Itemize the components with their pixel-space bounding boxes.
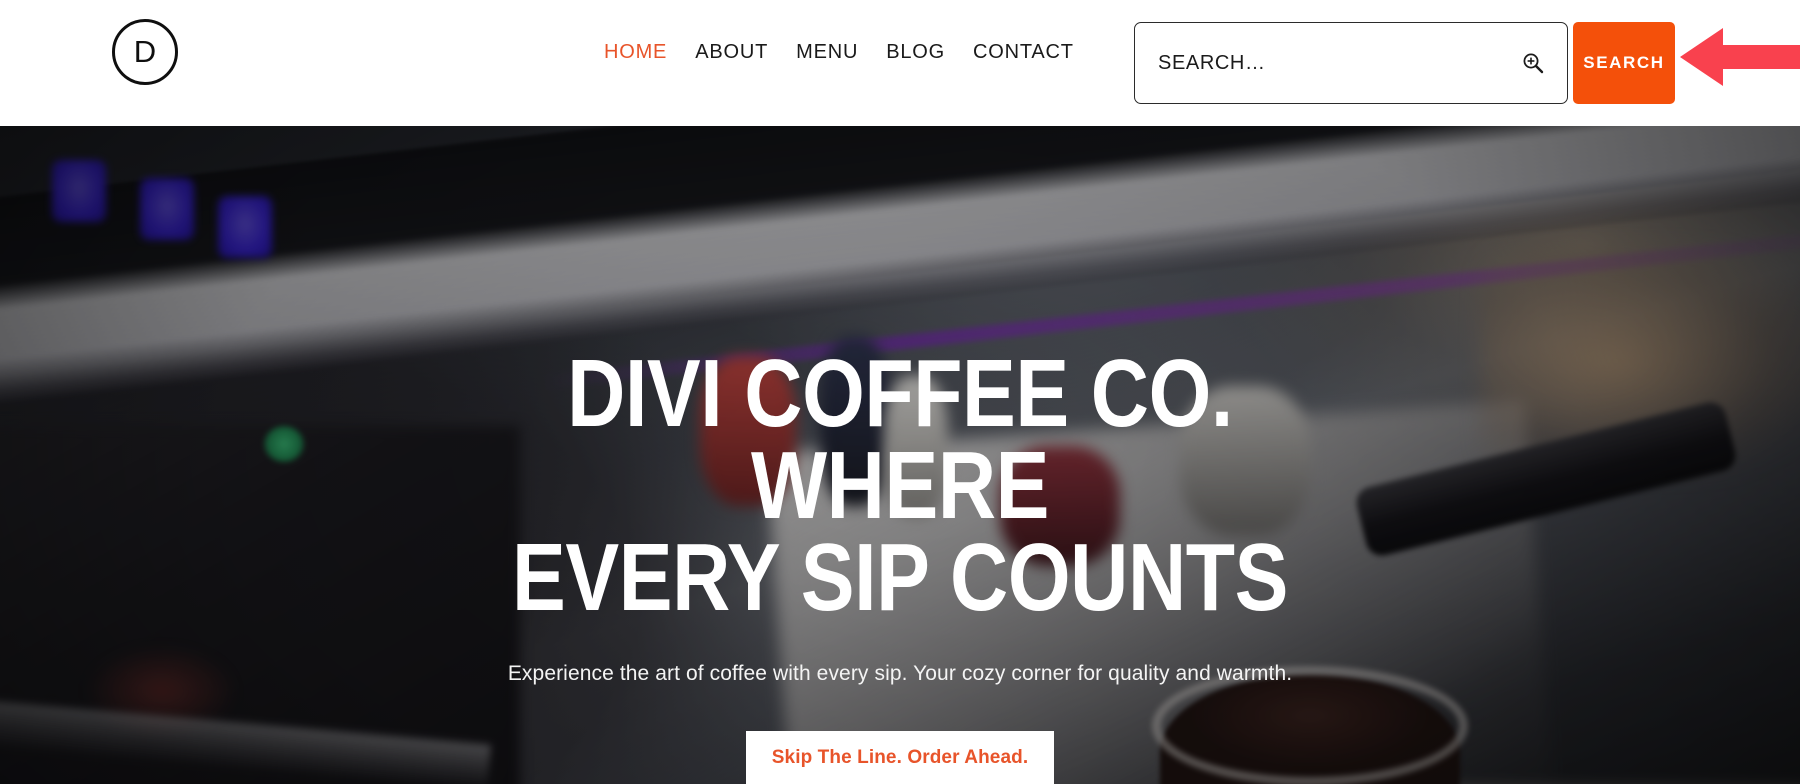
page-root: D HOME ABOUT MENU BLOG CONTACT SEARCH… S… bbox=[0, 0, 1800, 784]
search-input[interactable]: SEARCH… bbox=[1134, 22, 1568, 104]
site-header: D HOME ABOUT MENU BLOG CONTACT SEARCH… S… bbox=[0, 0, 1800, 126]
nav-item-menu[interactable]: MENU bbox=[782, 41, 872, 64]
hero-content: DIVI COFFEE CO. WHERE EVERY SIP COUNTS E… bbox=[0, 126, 1800, 784]
order-ahead-button[interactable]: Skip The Line. Order Ahead. bbox=[746, 731, 1054, 784]
search-placeholder: SEARCH… bbox=[1158, 51, 1266, 74]
hero-section: DIVI COFFEE CO. WHERE EVERY SIP COUNTS E… bbox=[0, 126, 1800, 784]
magnifier-plus-icon[interactable] bbox=[1521, 51, 1545, 75]
nav-item-home[interactable]: HOME bbox=[590, 41, 681, 64]
search-button[interactable]: SEARCH bbox=[1573, 22, 1675, 104]
nav-item-about[interactable]: ABOUT bbox=[681, 41, 782, 64]
divi-circle-logo-icon: D bbox=[112, 19, 178, 85]
search-area: SEARCH… SEARCH bbox=[1134, 22, 1675, 104]
main-navigation: HOME ABOUT MENU BLOG CONTACT bbox=[590, 41, 1088, 64]
hero-subtitle: Experience the art of coffee with every … bbox=[507, 662, 1293, 686]
nav-item-blog[interactable]: BLOG bbox=[872, 41, 959, 64]
site-logo[interactable]: D bbox=[112, 19, 178, 85]
logo-letter: D bbox=[133, 34, 157, 69]
nav-item-contact[interactable]: CONTACT bbox=[959, 41, 1088, 64]
hero-title: DIVI COFFEE CO. WHERE EVERY SIP COUNTS bbox=[511, 340, 1289, 632]
